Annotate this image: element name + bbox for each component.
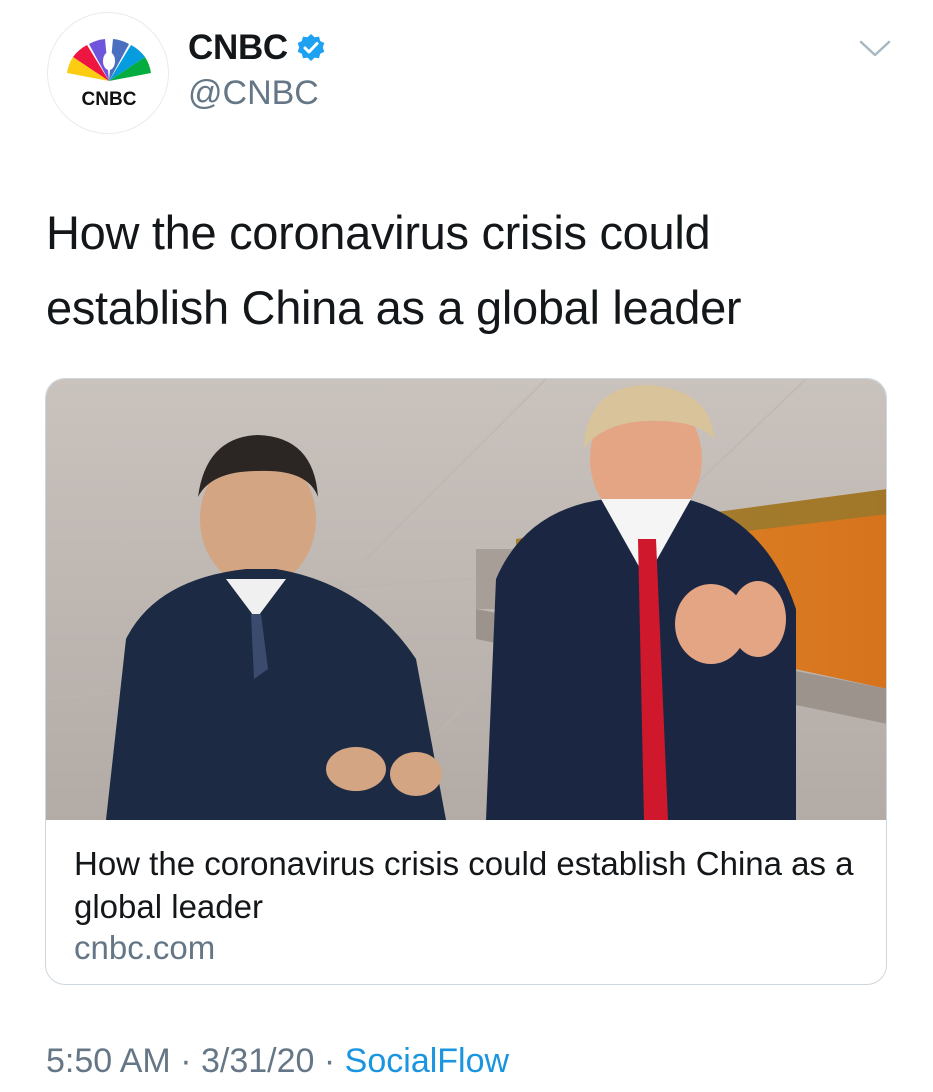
meta-separator: · [323, 1042, 336, 1080]
display-name[interactable]: CNBC [188, 28, 288, 68]
tweet-source-link[interactable]: SocialFlow [345, 1042, 509, 1080]
meta-separator: · [180, 1042, 192, 1080]
card-image[interactable] [46, 379, 887, 820]
link-card[interactable]: How the coronavirus crisis could establi… [45, 378, 887, 985]
verified-badge-icon [296, 33, 326, 63]
cnbc-peacock-logo: CNBC [67, 39, 151, 110]
avatar[interactable]: CNBC [47, 12, 169, 134]
svg-text:CNBC: CNBC [82, 89, 137, 110]
tweet-text: How the coronavirus crisis could establi… [46, 206, 742, 334]
author-name-row[interactable]: CNBC [188, 28, 326, 68]
chevron-down-icon[interactable] [858, 38, 892, 60]
tweet-date[interactable]: 3/31/20 [201, 1042, 314, 1080]
card-domain[interactable]: cnbc.com [74, 929, 215, 967]
card-title[interactable]: How the coronavirus crisis could establi… [74, 842, 854, 928]
tweet-metadata: 5:50 AM · 3/31/20 · SocialFlow [46, 1042, 509, 1081]
author-handle[interactable]: @CNBC [188, 74, 319, 113]
tweet-time[interactable]: 5:50 AM [46, 1042, 171, 1080]
